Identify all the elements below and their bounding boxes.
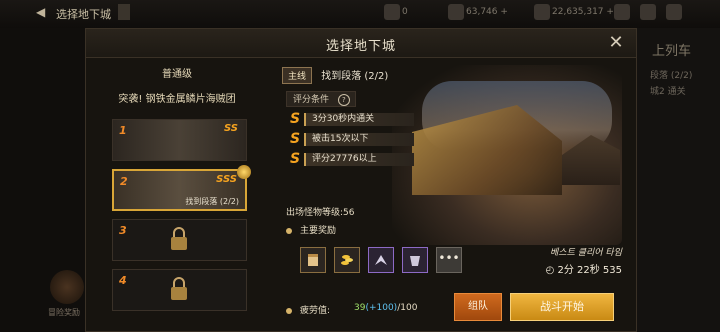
criteria-heading-label: 评分条件 bbox=[293, 95, 330, 105]
menu-icon[interactable] bbox=[666, 4, 682, 20]
stage-number: 3 bbox=[119, 224, 127, 237]
best-clear-time-value: 2分 22秒 535 bbox=[557, 265, 622, 276]
resource-value-2: 63,746 + bbox=[466, 7, 508, 17]
reward-item-gold[interactable] bbox=[334, 247, 360, 273]
criteria-text: 被击15次以下 bbox=[304, 133, 414, 146]
stage-item-3[interactable]: 3 bbox=[112, 219, 247, 261]
s-rank-icon: S bbox=[290, 131, 301, 147]
reward-item-scroll[interactable] bbox=[300, 247, 326, 273]
padlock-icon bbox=[171, 227, 187, 250]
background-left-panel: 冒险奖励 bbox=[0, 28, 85, 332]
rewards-heading-label: 主要奖励 bbox=[300, 226, 337, 236]
background-right-line-1: 段落 (2/2) bbox=[650, 71, 693, 81]
modal-title: 选择地下城 bbox=[325, 39, 396, 54]
background-right-panel: 上列车 段落 (2/2) 城2 通关 bbox=[632, 28, 720, 332]
bookmark-icon bbox=[118, 4, 130, 20]
dungeon-name: 突袭! 钢铁金属鳞片海贼团 bbox=[118, 94, 236, 105]
armor-icon bbox=[410, 256, 420, 266]
best-clear-time: ◴ 2分 22秒 535 bbox=[546, 261, 622, 276]
gold-medal-icon bbox=[237, 165, 251, 179]
mission-text: 找到段落 (2/2) bbox=[321, 71, 389, 82]
fatigue-label-row: 疲劳值: bbox=[286, 303, 330, 316]
background-title: 选择地下城 bbox=[56, 8, 111, 21]
bullet-icon bbox=[286, 227, 292, 234]
resource-icon-3 bbox=[534, 4, 550, 20]
stage-number: 1 bbox=[119, 124, 127, 137]
mission-line: 主线 找到段落 (2/2) bbox=[282, 67, 388, 84]
stage-number: 2 bbox=[120, 175, 128, 188]
background-top-bar: ◀ 选择地下城 0 63,746 + 22,635,317 + bbox=[0, 0, 720, 28]
fatigue-bonus: (+100) bbox=[365, 303, 398, 313]
resource-icon-2 bbox=[448, 4, 464, 20]
criteria-heading: 评分条件 ? bbox=[286, 91, 356, 107]
resource-value-3: 22,635,317 + bbox=[552, 7, 614, 17]
s-rank-icon: S bbox=[290, 111, 301, 127]
adventure-reward-icon[interactable] bbox=[50, 270, 84, 304]
resource-icon-1 bbox=[384, 4, 400, 20]
help-icon[interactable]: ? bbox=[337, 94, 350, 106]
stage-number: 4 bbox=[119, 274, 127, 287]
modal-header: 选择地下城 ✕ bbox=[86, 29, 636, 58]
stage-list-panel: 普通级 突袭! 钢铁金属鳞片海贼团 bbox=[102, 65, 252, 105]
fatigue-value: 39(+100)/100 bbox=[354, 303, 417, 313]
main-quest-tag: 主线 bbox=[282, 67, 313, 84]
background-right-line-2: 城2 通关 bbox=[650, 87, 686, 97]
shop-icon[interactable] bbox=[614, 4, 630, 20]
rewards-heading: 主要奖励 bbox=[286, 223, 336, 236]
stage-rank: SS bbox=[223, 123, 238, 134]
criteria-item-3: S 评分27776以上 bbox=[290, 151, 430, 167]
dungeon-detail-panel: 主线 找到段落 (2/2) 评分条件 ? S 3分30秒内通关 S 被击15次以… bbox=[282, 65, 622, 325]
difficulty-label[interactable]: 普通级 bbox=[102, 65, 252, 80]
stage-caption: 找到段落 (2/2) bbox=[185, 197, 239, 206]
criteria-text: 3分30秒内通关 bbox=[304, 113, 414, 126]
fatigue-max: /100 bbox=[397, 303, 418, 313]
stage-item-2[interactable]: 2 SSS 找到段落 (2/2) bbox=[112, 165, 251, 211]
clock-icon: ◴ bbox=[545, 265, 558, 276]
gold-coins-icon bbox=[341, 255, 353, 265]
start-battle-button[interactable]: 战斗开始 bbox=[510, 293, 614, 321]
stage-item-1[interactable]: 1 SS bbox=[112, 119, 247, 161]
wings-icon bbox=[375, 255, 387, 265]
reward-item-armor[interactable] bbox=[402, 247, 428, 273]
best-clear-label: 베스트 클리어 타임 bbox=[550, 248, 622, 258]
fatigue-label: 疲劳值: bbox=[300, 306, 331, 316]
close-icon[interactable]: ✕ bbox=[606, 33, 626, 53]
criteria-item-2: S 被击15次以下 bbox=[290, 131, 430, 147]
resource-value-1: 0 bbox=[402, 7, 408, 17]
back-arrow-icon[interactable]: ◀ bbox=[36, 5, 45, 19]
stage-item-4[interactable]: 4 bbox=[112, 269, 247, 311]
more-rewards-button[interactable]: ••• bbox=[436, 247, 462, 273]
fatigue-current: 39 bbox=[354, 303, 366, 313]
s-rank-icon: S bbox=[290, 151, 301, 167]
stage-rank: SSS bbox=[216, 174, 237, 185]
mail-icon[interactable] bbox=[640, 4, 656, 20]
bullet-icon bbox=[286, 307, 292, 314]
criteria-text: 评分27776以上 bbox=[304, 153, 414, 166]
scroll-icon bbox=[308, 254, 318, 266]
background-right-title: 上列车 bbox=[652, 44, 692, 59]
adventure-reward-label: 冒险奖励 bbox=[48, 308, 80, 317]
party-button[interactable]: 组队 bbox=[454, 293, 502, 321]
reward-item-wings[interactable] bbox=[368, 247, 394, 273]
monster-level: 出场怪物等级:56 bbox=[286, 208, 355, 218]
criteria-item-1: S 3分30秒内通关 bbox=[290, 111, 430, 127]
padlock-icon bbox=[171, 277, 187, 300]
select-dungeon-modal: 选择地下城 ✕ 普通级 突袭! 钢铁金属鳞片海贼团 1 SS 2 SSS 找到段… bbox=[85, 28, 637, 332]
